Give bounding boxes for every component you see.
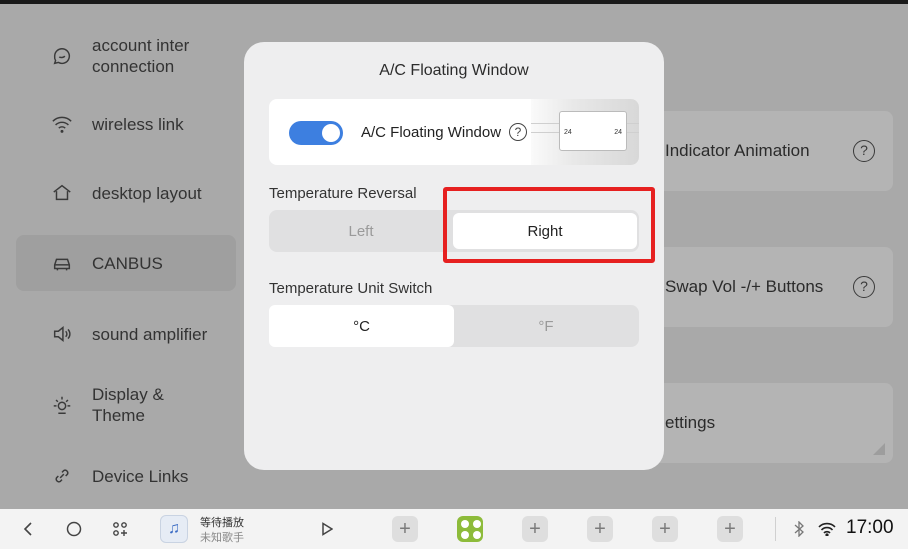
sidebar-item-label: account inter connection: [92, 36, 190, 76]
link-icon: [50, 464, 74, 488]
floating-window-label: A/C Floating Window: [361, 124, 502, 141]
indicator-animation-card[interactable]: Indicator Animation ?: [648, 111, 893, 191]
help-icon[interactable]: ?: [509, 123, 527, 141]
resize-handle-icon: [873, 443, 885, 455]
wifi-status-icon[interactable]: [816, 509, 838, 549]
sun-icon: [50, 393, 74, 417]
temperature-unit-label: Temperature Unit Switch: [269, 280, 433, 297]
add-shortcut-button-1[interactable]: +: [392, 516, 418, 542]
app-shortcut-button[interactable]: [457, 516, 483, 542]
settings-card[interactable]: ettings: [648, 383, 893, 463]
account-icon: [50, 44, 74, 68]
preview-temp-left: 24: [564, 129, 572, 136]
add-shortcut-button-2[interactable]: +: [522, 516, 548, 542]
app-launcher-icon: [457, 516, 483, 542]
floating-window-setting: A/C Floating Window ? 24 24: [269, 99, 639, 165]
wifi-icon: [50, 112, 74, 136]
add-shortcut-button-3[interactable]: +: [587, 516, 613, 542]
temperature-unit-segment: °C °F: [269, 305, 639, 347]
preview-temp-right: 24: [614, 129, 622, 136]
sidebar-item-account[interactable]: account inter connection: [16, 28, 236, 84]
indicator-animation-label: Indicator Animation: [665, 141, 810, 160]
sidebar-item-display-theme[interactable]: Display & Theme: [16, 377, 236, 433]
preview-panel: 24 24: [559, 111, 627, 151]
settings-sidebar: account inter connection wireless link d…: [0, 4, 240, 509]
dashboard-preview-image: 24 24: [531, 99, 639, 165]
music-app-button[interactable]: ♫: [159, 509, 189, 549]
help-icon[interactable]: ?: [853, 276, 875, 298]
clock: 17:00: [846, 517, 894, 538]
swap-vol-card[interactable]: Swap Vol -/+ Buttons ?: [648, 247, 893, 327]
reversal-left-option[interactable]: Left: [269, 210, 453, 252]
music-note-icon: ♫: [160, 515, 188, 543]
swap-vol-label: Swap Vol -/+ Buttons: [665, 277, 824, 296]
car-icon: [50, 251, 74, 275]
sidebar-item-label: Display & Theme: [92, 385, 164, 425]
sidebar-item-label: wireless link: [92, 114, 184, 134]
add-shortcut-button-5[interactable]: +: [717, 516, 743, 542]
toggle-knob: [322, 124, 340, 142]
sidebar-item-wireless[interactable]: wireless link: [16, 96, 236, 152]
add-shortcut-button-4[interactable]: +: [652, 516, 678, 542]
home-circle-icon[interactable]: [62, 509, 86, 549]
unit-fahrenheit-option[interactable]: °F: [454, 305, 638, 347]
sidebar-item-desktop-layout[interactable]: desktop layout: [16, 165, 236, 221]
sidebar-item-label: CANBUS: [92, 253, 163, 273]
sidebar-item-label: sound amplifier: [92, 324, 208, 344]
sidebar-item-canbus[interactable]: CANBUS: [16, 235, 236, 291]
back-icon[interactable]: [16, 509, 40, 549]
sidebar-item-label: Device Links: [92, 466, 189, 486]
apps-grid-icon[interactable]: [108, 509, 132, 549]
play-icon[interactable]: [316, 509, 338, 549]
floating-window-toggle[interactable]: [289, 121, 343, 145]
taskbar-divider: [775, 517, 776, 541]
settings-card-label: ettings: [665, 413, 716, 432]
home-icon: [50, 181, 74, 205]
unit-celsius-option[interactable]: °C: [269, 305, 454, 347]
sidebar-item-label: desktop layout: [92, 183, 202, 203]
temperature-reversal-label: Temperature Reversal: [269, 185, 417, 202]
sidebar-item-sound[interactable]: sound amplifier: [16, 306, 236, 362]
help-icon[interactable]: ?: [853, 140, 875, 162]
media-artist: 未知歌手: [200, 532, 244, 544]
sidebar-item-device-links[interactable]: Device Links: [16, 448, 236, 504]
highlight-box: [443, 187, 655, 263]
media-title: 等待播放: [200, 517, 244, 529]
speaker-icon: [50, 322, 74, 346]
bluetooth-icon[interactable]: [790, 509, 808, 549]
taskbar: ♫ 等待播放 未知歌手 + + + + + 17:00: [0, 509, 908, 549]
dialog-title: A/C Floating Window: [379, 62, 529, 79]
